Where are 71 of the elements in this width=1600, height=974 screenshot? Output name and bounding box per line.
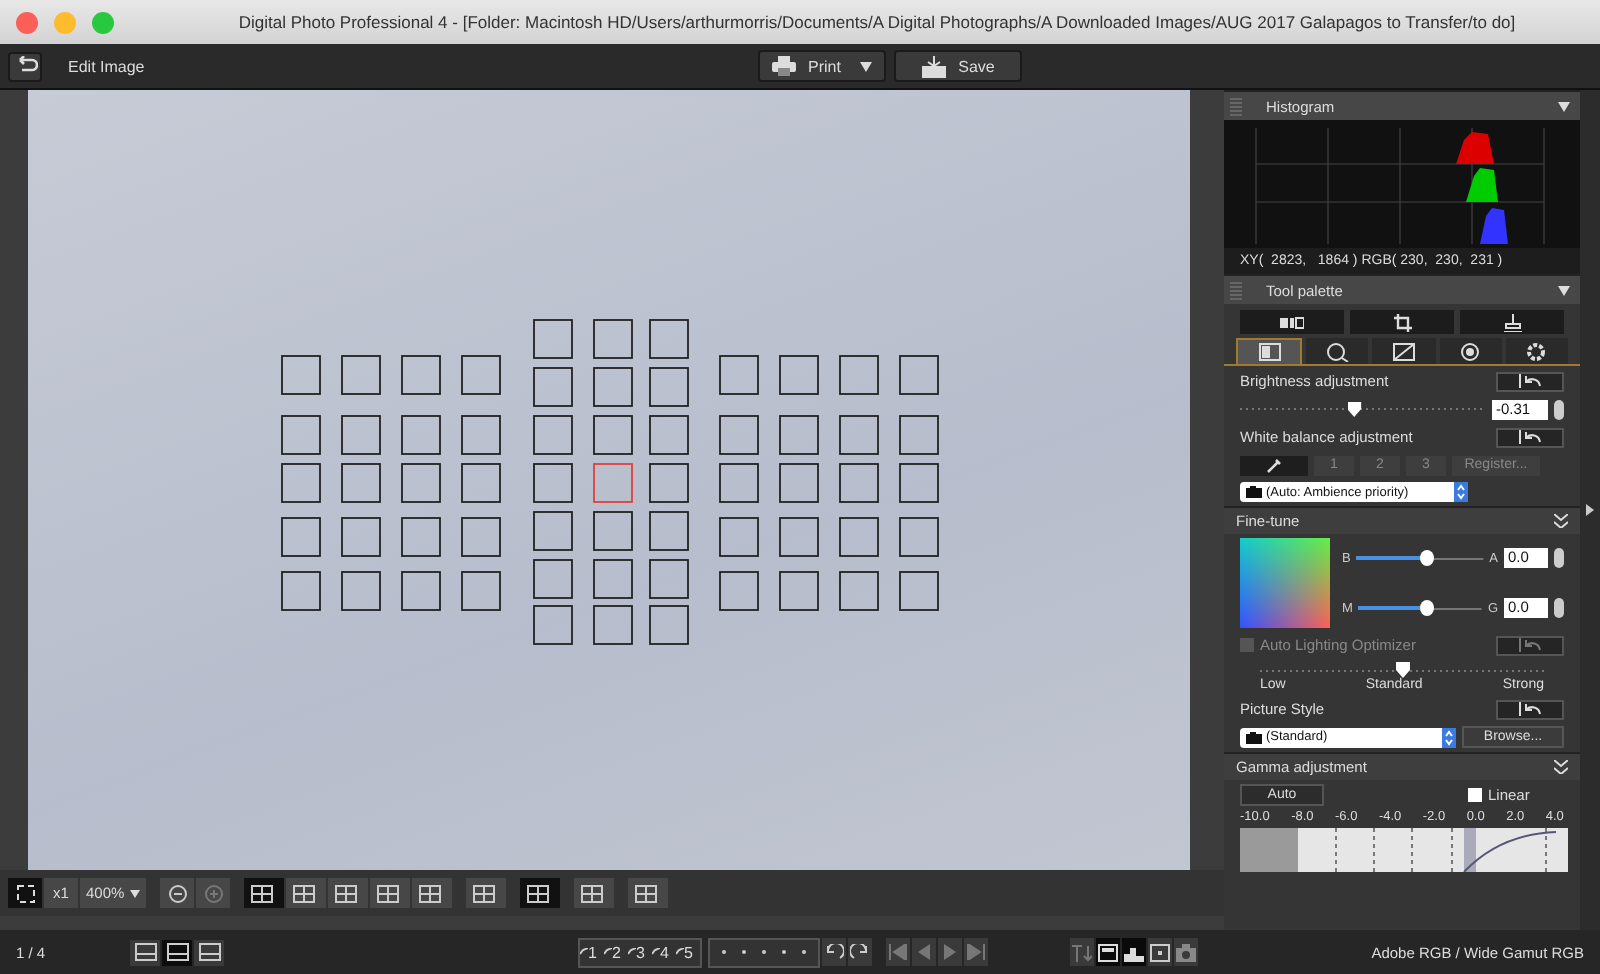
mode-title: Edit Image: [68, 57, 145, 75]
gear-icon: [1524, 341, 1549, 361]
frame-icon[interactable]: [286, 878, 327, 908]
basic-tab[interactable]: [1236, 338, 1303, 364]
square-icon: [1257, 342, 1282, 362]
view-mode-button[interactable]: [194, 939, 224, 965]
collapse-icon[interactable]: [1558, 101, 1570, 111]
camera-icon: [1246, 731, 1262, 743]
expand-icon[interactable]: [1586, 504, 1594, 516]
eyedropper-icon[interactable]: [1240, 455, 1308, 475]
printer-icon: [772, 56, 797, 76]
previous-image-icon[interactable]: [912, 938, 936, 966]
collapse-icon[interactable]: [1554, 760, 1568, 774]
settings-tab[interactable]: [1505, 338, 1569, 364]
zoom-out-icon[interactable]: [160, 878, 195, 908]
camera-icon[interactable]: [1174, 938, 1198, 966]
grid-icon[interactable]: [466, 878, 507, 908]
save-button[interactable]: Save: [894, 50, 1023, 82]
info-icon[interactable]: [628, 878, 669, 908]
color-wheel-drawing[interactable]: [1240, 538, 1330, 628]
collapse-icon[interactable]: [1554, 514, 1568, 528]
stepper-icon: [1442, 727, 1456, 747]
compare-icon[interactable]: [574, 878, 615, 908]
view-mode-button[interactable]: [162, 939, 192, 965]
reset-icon[interactable]: [1496, 699, 1564, 719]
reset-icon[interactable]: [1496, 371, 1564, 391]
dots-icon[interactable]: [708, 937, 820, 967]
af-grid-icon[interactable]: [412, 878, 453, 908]
detail-tab[interactable]: [1306, 338, 1369, 364]
last-image-icon[interactable]: [964, 938, 988, 966]
next-image-icon[interactable]: [938, 938, 962, 966]
return-arrow-icon: [13, 56, 37, 76]
tone-curve-icon: [1392, 341, 1416, 361]
back-button[interactable]: [8, 51, 42, 81]
print-button[interactable]: Print: [758, 50, 887, 82]
window-title: Digital Photo Professional 4 - [Folder: Macintosh HD/Users/arthurmorris/Documents/A Digital Photographs/A Downloaded Images/AUG 2017 Galapagos to Transfer/to do]: [236, 12, 1518, 32]
view-mode-button[interactable]: [130, 939, 160, 965]
download-tray-icon: [922, 55, 947, 77]
rotate-left-icon[interactable]: [822, 938, 846, 966]
rotate-right-icon[interactable]: [848, 938, 872, 966]
checkbox[interactable]: [1468, 788, 1482, 802]
rating-button[interactable]: 3: [628, 939, 652, 965]
color-tab[interactable]: [1439, 338, 1502, 364]
first-image-icon[interactable]: [886, 938, 910, 966]
fit-icon[interactable]: [8, 878, 42, 908]
panel-layout-icon[interactable]: [1096, 938, 1120, 966]
color-circles-icon: [1458, 341, 1483, 361]
caret-icon: [130, 889, 141, 897]
lens-icon[interactable]: [1240, 310, 1344, 334]
frame-icon[interactable]: [244, 878, 285, 908]
stepper-icon: [1454, 482, 1468, 502]
crop-icon[interactable]: [1350, 310, 1454, 334]
af-point-icon[interactable]: [1148, 938, 1172, 966]
rating-button[interactable]: 4: [652, 939, 676, 965]
gamma-curve-drawing[interactable]: [1240, 828, 1568, 872]
magnifier-icon: [1325, 341, 1350, 361]
split-view-icon[interactable]: [328, 878, 369, 908]
histogram-icon[interactable]: [1122, 938, 1146, 966]
reset-icon[interactable]: [1496, 427, 1564, 447]
grid-view-icon[interactable]: [370, 878, 411, 908]
highlight-icon[interactable]: [520, 878, 561, 908]
camera-icon: [1246, 486, 1262, 498]
rating-button[interactable]: 2: [604, 939, 628, 965]
stepper-icon[interactable]: [1554, 399, 1564, 419]
stepper-icon[interactable]: [1554, 598, 1564, 618]
rating-button[interactable]: 5: [676, 939, 700, 965]
collapse-icon[interactable]: [1558, 285, 1570, 295]
stepper-icon[interactable]: [1554, 548, 1564, 568]
rating-button[interactable]: 1: [580, 939, 604, 965]
stamp-icon[interactable]: [1460, 310, 1564, 334]
tone-tab[interactable]: [1372, 338, 1436, 364]
